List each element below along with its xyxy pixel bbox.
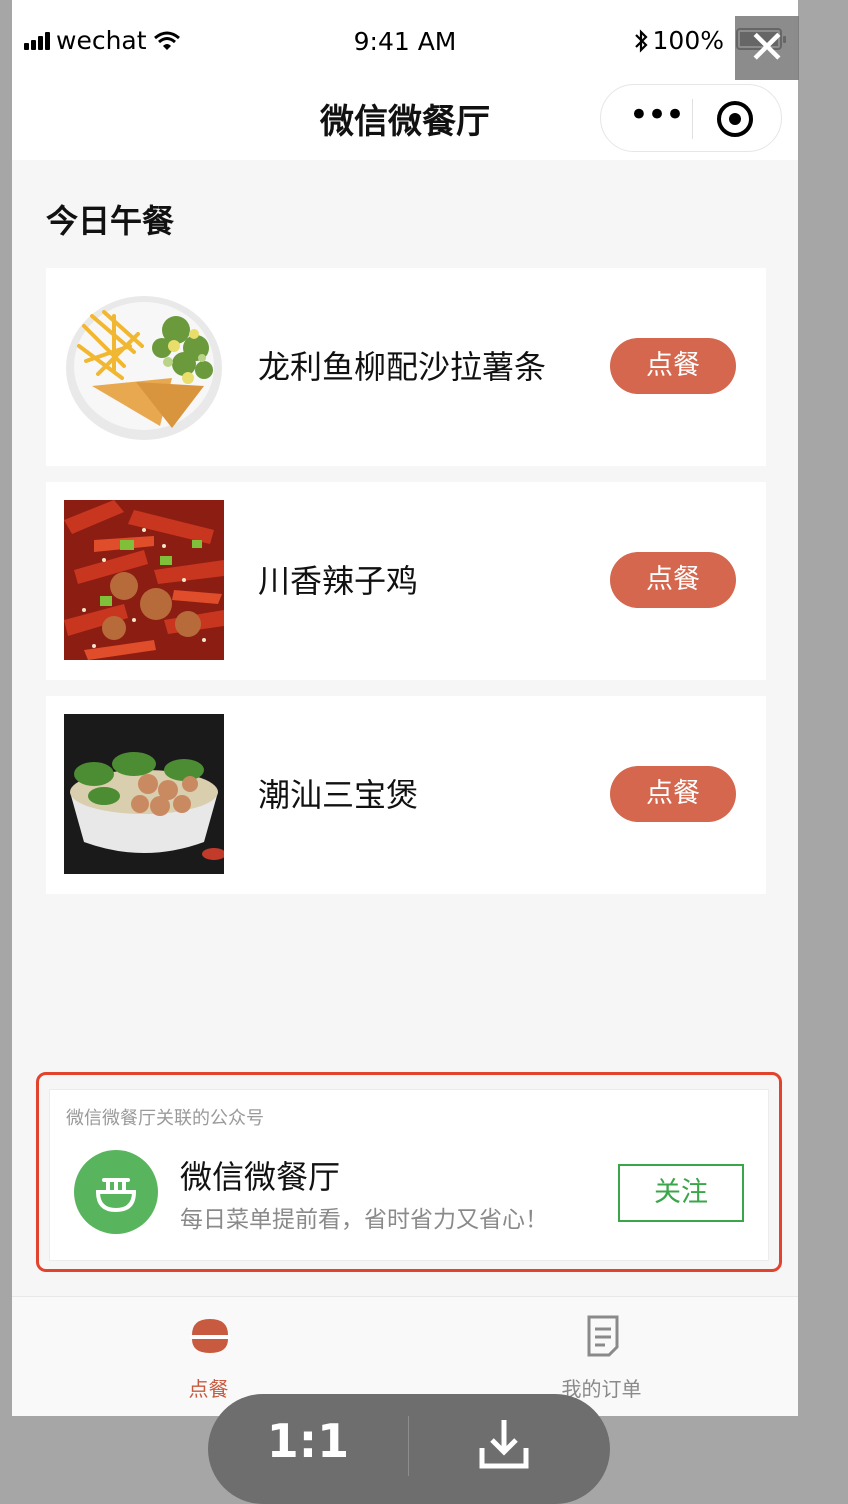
official-account-highlight: 微信微餐厅关联的公众号 微信微餐厅 每日菜单提前看，省时省力又省心！ 关注 xyxy=(36,1072,782,1272)
order-button[interactable]: 点餐 xyxy=(610,766,736,822)
navigation-bar: 微信微餐厅 ••• xyxy=(12,80,798,160)
download-icon[interactable] xyxy=(478,1416,530,1472)
close-icon[interactable]: ✕ xyxy=(735,16,799,80)
actual-size-button[interactable]: 1:1 xyxy=(208,1414,408,1468)
wechat-mini-program-screen: wechat 9:41 AM 100% 微信微餐厅 ••• 今日午餐 龙利鱼柳配… xyxy=(12,0,798,1416)
capsule-divider xyxy=(692,99,693,139)
official-account-description: 每日菜单提前看，省时省力又省心！ xyxy=(180,1207,548,1233)
section-title: 今日午餐 xyxy=(46,202,175,240)
official-account-name: 微信微餐厅 xyxy=(180,1158,341,1196)
official-account-caption: 微信微餐厅关联的公众号 xyxy=(66,1108,264,1129)
close-mini-program-button[interactable] xyxy=(717,101,753,137)
status-bar: wechat 9:41 AM 100% xyxy=(12,0,798,80)
bluetooth-icon xyxy=(634,28,648,53)
official-account-card[interactable]: 微信微餐厅关联的公众号 微信微餐厅 每日菜单提前看，省时省力又省心！ 关注 xyxy=(49,1089,769,1261)
battery-percent: 100% xyxy=(652,26,724,55)
dish-name: 川香辣子鸡 xyxy=(258,562,419,600)
noodle-bowl-icon xyxy=(74,1150,158,1234)
dish-card: 龙利鱼柳配沙拉薯条 点餐 xyxy=(46,268,766,466)
dish-card: 潮汕三宝煲 点餐 xyxy=(46,696,766,894)
dish-card: 川香辣子鸡 点餐 xyxy=(46,482,766,680)
dish-name: 龙利鱼柳配沙拉薯条 xyxy=(258,348,547,386)
image-viewer-toolbar: 1:1 xyxy=(208,1394,610,1504)
document-list-icon xyxy=(587,1315,619,1357)
status-right: 100% xyxy=(633,26,724,55)
dish-image-spicy-chicken xyxy=(64,500,224,660)
order-button[interactable]: 点餐 xyxy=(610,552,736,608)
dish-image-meatball-soup xyxy=(64,714,224,874)
more-menu-button[interactable]: ••• xyxy=(623,95,689,141)
dish-name: 潮汕三宝煲 xyxy=(258,776,419,814)
dish-image-fish-salad xyxy=(64,286,224,446)
rice-bowl-icon xyxy=(190,1319,230,1353)
mini-program-capsule: ••• xyxy=(600,84,782,152)
order-button[interactable]: 点餐 xyxy=(610,338,736,394)
follow-button[interactable]: 关注 xyxy=(618,1164,744,1222)
toolbar-divider xyxy=(408,1416,409,1476)
